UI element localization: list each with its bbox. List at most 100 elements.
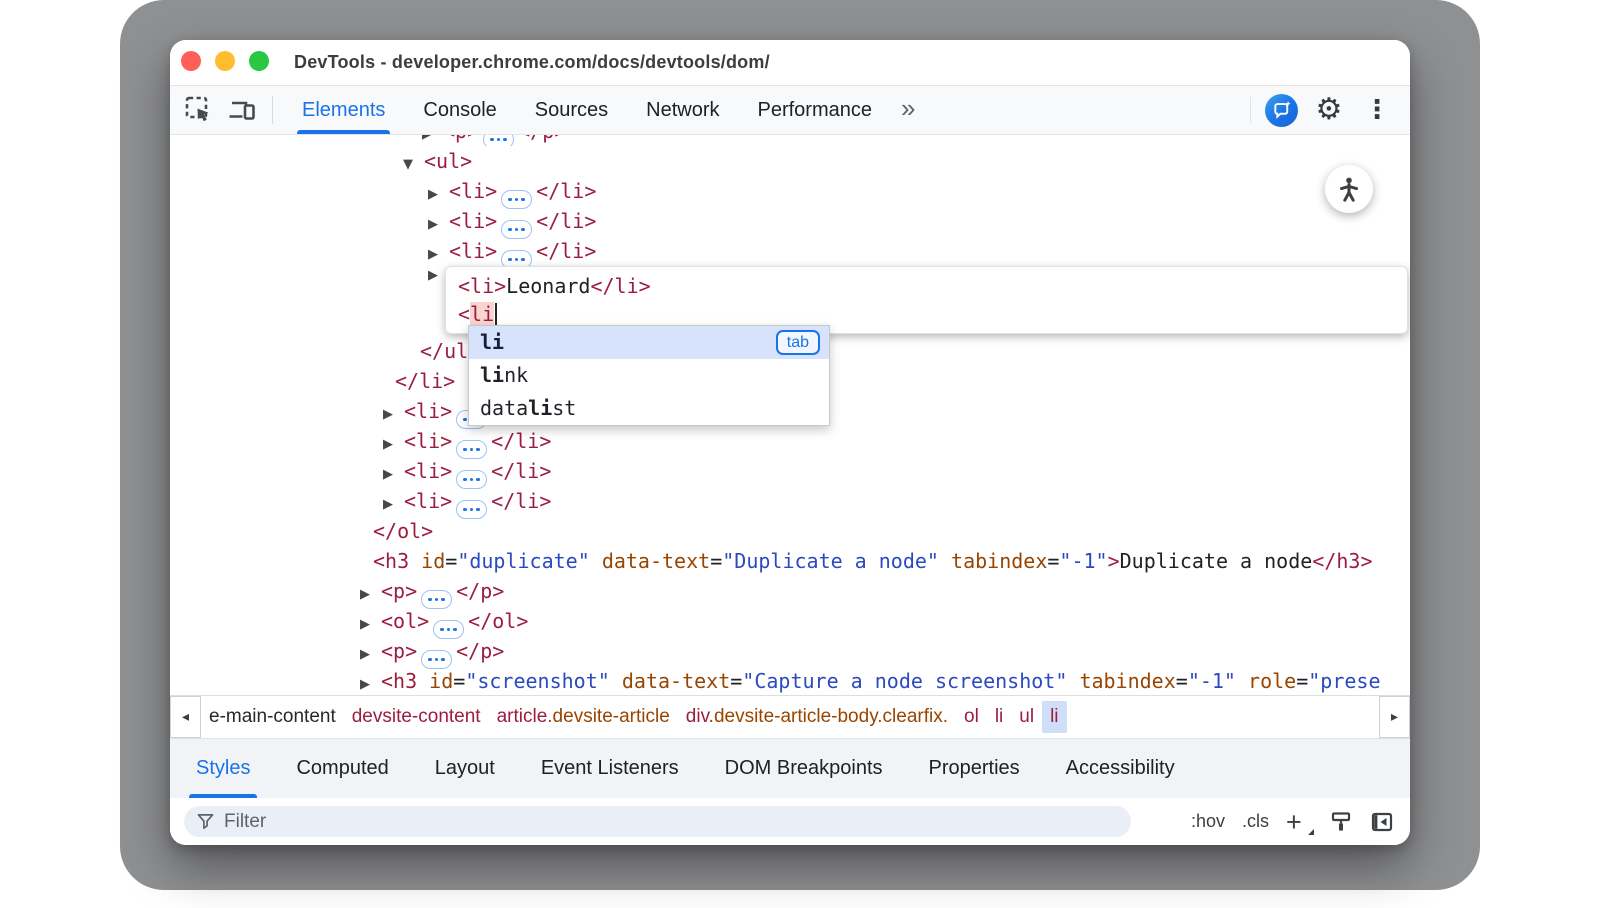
breadcrumb-item[interactable]: article.devsite-article	[489, 701, 678, 733]
breadcrumb-item[interactable]: e-main-content	[201, 701, 344, 733]
disclosure-arrow-collapsed-icon[interactable]: ▶	[422, 135, 443, 146]
autocomplete-suggestion[interactable]: litab	[469, 326, 829, 359]
stage: DevTools - developer.chrome.com/docs/dev…	[0, 0, 1600, 908]
dom-tree-row[interactable]: ▶<li></li>	[170, 486, 1410, 516]
code-token-attr: tabindex	[951, 549, 1047, 573]
dom-tree-row[interactable]: ▼<ul>	[170, 146, 1410, 176]
code-token-attr: data-text	[622, 669, 730, 693]
toggle-sidebar-button[interactable]	[1370, 810, 1394, 834]
disclosure-arrow-expanded-icon[interactable]: ▼	[403, 150, 424, 180]
tab-performance[interactable]: Performance	[739, 86, 892, 134]
rendering-brush-button[interactable]	[1329, 810, 1353, 834]
device-toolbar-icon[interactable]	[226, 93, 260, 127]
tab-event-listeners[interactable]: Event Listeners	[518, 739, 702, 798]
breadcrumb-item[interactable]: li	[1042, 701, 1066, 733]
code-token-plain	[590, 549, 602, 573]
code-token-tag: <li>	[404, 489, 452, 513]
disclosure-arrow-collapsed-icon[interactable]: ▶	[360, 670, 381, 695]
code-token-tag: </h3>	[1312, 549, 1372, 573]
tab-styles[interactable]: Styles	[173, 739, 273, 798]
dom-tree-row[interactable]: ▶<h3 id="screenshot" data-text="Capture …	[170, 666, 1410, 695]
filter-input[interactable]	[224, 811, 1084, 833]
window-title: DevTools - developer.chrome.com/docs/dev…	[294, 52, 770, 73]
code-token-tag: <	[458, 302, 470, 326]
dom-tree-row[interactable]: ▶<li></li>	[170, 206, 1410, 236]
edit-box-line: <li	[458, 300, 1395, 328]
dom-tree-row[interactable]: </ol>	[170, 516, 1410, 546]
edit-box-line: <li>Leonard</li>	[458, 272, 1395, 300]
ai-assistant-icon[interactable]	[1265, 94, 1298, 127]
code-token-tag: <li>	[404, 459, 452, 483]
more-tabs-button[interactable]: »	[891, 93, 925, 124]
code-token-tag: <ol>	[381, 609, 429, 633]
code-token-val: "Capture a node screenshot"	[742, 669, 1067, 693]
dom-tree-row[interactable]: ▶<p></p>	[170, 576, 1410, 606]
breadcrumb-item[interactable]: ul	[1011, 701, 1042, 733]
breadcrumb-item[interactable]: div.devsite-article-body.clearfix.	[678, 701, 956, 733]
dom-tree-row[interactable]: ▶<li></li>	[170, 176, 1410, 206]
dom-tree-row[interactable]: <h3 id="duplicate" data-text="Duplicate …	[170, 546, 1410, 576]
code-token-tag: <li>	[404, 399, 452, 423]
dom-tree-row[interactable]: ▶<ol></ol>	[170, 606, 1410, 636]
minimize-button[interactable]	[215, 51, 235, 71]
code-token-val: "-1"	[1188, 669, 1236, 693]
tab-dom-breakpoints[interactable]: DOM Breakpoints	[702, 739, 906, 798]
tab-sources[interactable]: Sources	[516, 86, 627, 134]
code-token-tag: >	[1108, 549, 1120, 573]
code-token-tag: </li>	[536, 239, 596, 263]
equals-sign: =	[453, 669, 465, 693]
tab-layout[interactable]: Layout	[412, 739, 518, 798]
dom-tree-row[interactable]: ▶<li></li>	[170, 426, 1410, 456]
code-token-tag: </p>	[456, 639, 504, 663]
ellipsis-expand-button[interactable]	[456, 500, 487, 519]
tab-console[interactable]: Console	[404, 86, 515, 134]
dom-tree-row[interactable]: ▶<p></p>	[170, 135, 1410, 146]
code-token-tag: </ol>	[373, 519, 433, 543]
dom-tree-row[interactable]: ▶<li></li>	[170, 456, 1410, 486]
equals-sign: =	[710, 549, 722, 573]
edit-as-html-box[interactable]: <li>Leonard</li><li	[445, 266, 1408, 334]
code-token-tag: <p>	[381, 579, 417, 603]
devtools-toolbar: ElementsConsoleSourcesNetworkPerformance…	[170, 86, 1410, 135]
zoom-button[interactable]	[249, 51, 269, 71]
title-bar: DevTools - developer.chrome.com/docs/dev…	[170, 40, 1410, 86]
element-classes-button[interactable]: .cls	[1242, 811, 1269, 832]
dom-tree-row[interactable]: ▶<li></li>	[170, 236, 1410, 266]
breadcrumb-item[interactable]: devsite-content	[344, 701, 489, 733]
autocomplete-suggestion[interactable]: link	[469, 359, 829, 392]
toolbar-divider	[272, 96, 273, 124]
breadcrumb-scroll-right[interactable]: ▸	[1379, 696, 1410, 738]
code-token-plain: Leonard	[506, 274, 590, 298]
dom-tree-row[interactable]: ▶<p></p>	[170, 636, 1410, 666]
close-button[interactable]	[181, 51, 201, 71]
dom-tree: ▶<p></p>▼<ul>▶<li></li>▶<li></li>▶<li></…	[170, 135, 1410, 695]
breadcrumb-item[interactable]: ol	[956, 701, 987, 733]
code-token-plain	[939, 549, 951, 573]
breadcrumb-bar: ◂ e-main-contentdevsite-contentarticle.d…	[170, 695, 1410, 738]
code-token-hl: li	[470, 302, 494, 326]
settings-gear-icon[interactable]: ⚙	[1312, 93, 1346, 127]
code-token-plain	[1236, 669, 1248, 693]
breadcrumb-item[interactable]: li	[987, 701, 1011, 733]
tab-computed[interactable]: Computed	[273, 739, 411, 798]
tab-accessibility[interactable]: Accessibility	[1043, 739, 1198, 798]
inspect-element-icon[interactable]	[182, 93, 216, 127]
tab-elements[interactable]: Elements	[283, 86, 404, 134]
tab-properties[interactable]: Properties	[906, 739, 1043, 798]
code-token-tag: </li>	[536, 179, 596, 203]
code-token-attr: id	[429, 669, 453, 693]
code-token-tag: <li>	[449, 209, 497, 233]
new-style-rule-button[interactable]: +	[1286, 812, 1312, 832]
ellipsis-expand-button[interactable]	[483, 135, 514, 146]
code-token-plain: Duplicate a node	[1120, 549, 1313, 573]
accessibility-overlay-button[interactable]	[1325, 165, 1373, 213]
code-token-tag: <li>	[404, 429, 452, 453]
breadcrumb-scroll-left[interactable]: ◂	[170, 696, 201, 738]
filter-field[interactable]	[184, 806, 1131, 837]
pseudo-state-button[interactable]: :hov	[1191, 811, 1225, 832]
code-token-val: "screenshot"	[465, 669, 610, 693]
kebab-menu-icon[interactable]: ⋮	[1360, 93, 1394, 127]
code-token-attr: id	[421, 549, 445, 573]
autocomplete-suggestion[interactable]: datalist	[469, 392, 829, 425]
tab-network[interactable]: Network	[627, 86, 738, 134]
